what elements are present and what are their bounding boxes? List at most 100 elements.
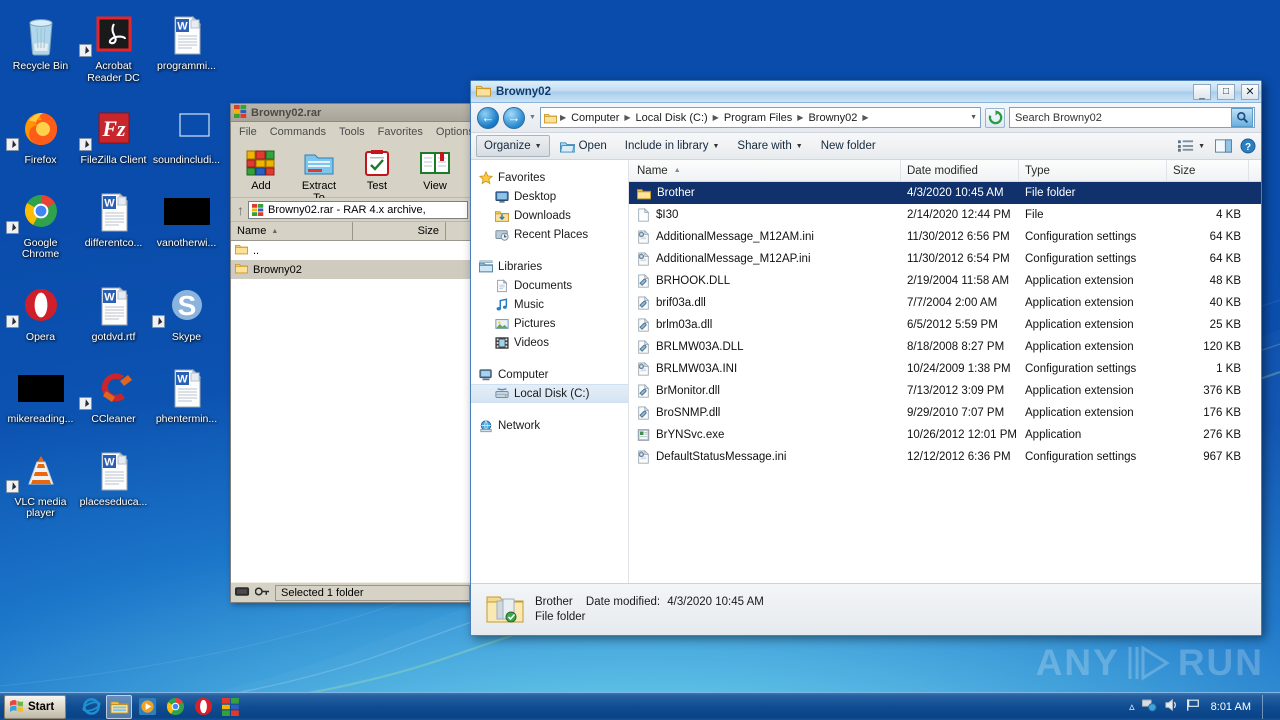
desktop-icon-acrobat-reader-dc[interactable]: Acrobat Reader DC <box>77 6 150 84</box>
network-icon[interactable] <box>1141 698 1157 715</box>
file-name-cell[interactable]: BRHOOK.DLL <box>629 274 901 288</box>
breadcrumb-sep[interactable]: ▶ <box>559 113 567 122</box>
sidebar-item-documents[interactable]: Documents <box>471 276 628 295</box>
sidebar-item-pictures[interactable]: Pictures <box>471 314 628 333</box>
winrar-view-button[interactable]: View <box>413 146 457 192</box>
change-view-icon[interactable] <box>1178 139 1194 153</box>
desktop-icon-mikereading[interactable]: mikereading... <box>4 359 77 426</box>
breadcrumb-item-program-files[interactable]: Program Files <box>722 112 794 124</box>
table-row[interactable]: AdditionalMessage_M12AP.ini 11/30/2012 6:… <box>629 248 1261 270</box>
desktop-icon-gotdvd-rtf[interactable]: Wgotdvd.rtf <box>77 277 150 344</box>
search-input[interactable]: Search Browny02 <box>1009 107 1255 128</box>
table-row[interactable]: BrMonitor.dll 7/13/2012 3:09 PM Applicatio… <box>629 380 1261 402</box>
show-hidden-icons-button[interactable]: ▵ <box>1129 700 1135 713</box>
winrar-menubar[interactable]: File Commands Tools Favorites Options <box>231 122 474 142</box>
table-row[interactable]: BRHOOK.DLL 2/19/2004 11:58 AM Application … <box>629 270 1261 292</box>
desktop-icon-opera[interactable]: Opera <box>4 277 77 344</box>
table-row[interactable]: brlm03a.dll 6/5/2012 5:59 PM Application e… <box>629 314 1261 336</box>
sidebar-item-desktop[interactable]: Desktop <box>471 187 628 206</box>
desktop-icon-phentermin[interactable]: Wphentermin... <box>150 359 223 426</box>
desktop-icon-google-chrome[interactable]: Google Chrome <box>4 183 77 261</box>
desktop-icon-ccleaner[interactable]: CCleaner <box>77 359 150 426</box>
column-header-type[interactable]: Type <box>1019 160 1167 181</box>
forward-button[interactable]: → <box>503 106 525 129</box>
maximize-button[interactable]: □ <box>1217 83 1235 100</box>
winrar-row[interactable]: .. <box>231 241 474 260</box>
desktop-icon-vlc-media-player[interactable]: VLC media player <box>4 442 77 520</box>
desktop-icon-skype[interactable]: S Skype <box>150 277 223 344</box>
recent-pages-dropdown[interactable]: ▼ <box>529 114 536 121</box>
help-icon[interactable]: ? <box>1240 138 1256 154</box>
change-view-dropdown-icon[interactable]: ▼ <box>1198 143 1205 150</box>
address-bar[interactable]: ▶ Computer ▶ Local Disk (C:) ▶ Program F… <box>539 107 981 128</box>
table-row[interactable]: Brother 4/3/2020 10:45 AM File folder <box>629 182 1261 204</box>
up-arrow-icon[interactable]: ↑ <box>237 202 244 218</box>
desktop-icon-soundincludi[interactable]: soundincludi... <box>150 100 223 167</box>
taskbar-item-opera[interactable] <box>190 695 216 719</box>
preview-pane-icon[interactable] <box>1215 139 1232 153</box>
explorer-navigation-bar[interactable]: ← → ▼ ▶ Computer ▶ Local Disk (C:) ▶ Pro… <box>471 103 1261 133</box>
winrar-menu-favorites[interactable]: Favorites <box>378 126 423 138</box>
show-desktop-button[interactable] <box>1262 694 1274 719</box>
file-name-cell[interactable]: $I30 <box>629 208 901 222</box>
sidebar-item-network[interactable]: Network <box>471 416 628 435</box>
sidebar-item-computer[interactable]: Computer <box>471 365 628 384</box>
winrar-file-list[interactable]: .. Browny02 <box>231 241 474 582</box>
command-organize[interactable]: Organize ▼ <box>476 135 550 157</box>
winrar-menu-file[interactable]: File <box>239 126 257 138</box>
navigation-pane[interactable]: Favorites Desktop Downloads Recent Places Li… <box>471 160 629 583</box>
breadcrumb-sep[interactable]: ▶ <box>796 113 804 122</box>
winrar-row[interactable]: Browny02 <box>231 260 474 279</box>
sidebar-item-music[interactable]: Music <box>471 295 628 314</box>
column-header-size[interactable]: Size <box>1167 160 1249 181</box>
file-name-cell[interactable]: AdditionalMessage_M12AP.ini <box>629 252 901 266</box>
taskbar-item-media-player[interactable] <box>134 695 160 719</box>
file-list-pane[interactable]: Name ▲ Date modified Type Size Brother 4/… <box>629 160 1261 583</box>
desktop-icon-programmi[interactable]: Wprogrammi... <box>150 6 223 73</box>
file-list-column-headers[interactable]: Name ▲ Date modified Type Size <box>629 160 1261 182</box>
command-open[interactable]: Open <box>552 135 615 157</box>
winrar-menu-tools[interactable]: Tools <box>339 126 365 138</box>
sidebar-item-local-disk-c[interactable]: Local Disk (C:) <box>471 384 628 403</box>
file-name-cell[interactable]: brlm03a.dll <box>629 318 901 332</box>
command-new-folder[interactable]: New folder <box>813 135 884 157</box>
breadcrumb-item-local-disk[interactable]: Local Disk (C:) <box>634 112 710 124</box>
taskbar[interactable]: Start ▵ 8:01 AM <box>0 692 1280 720</box>
flag-action-center-icon[interactable] <box>1186 698 1200 715</box>
command-share-with[interactable]: Share with ▼ <box>729 135 810 157</box>
winrar-address-bar[interactable]: ↑ Browny02.rar - RAR 4.x archive, <box>231 198 474 222</box>
winrar-menu-commands[interactable]: Commands <box>270 126 326 138</box>
explorer-title-bar[interactable]: Browny02 _ □ ✕ <box>471 81 1261 103</box>
file-name-cell[interactable]: BroSNMP.dll <box>629 406 901 420</box>
winrar-add-button[interactable]: Add <box>239 146 283 192</box>
explorer-window[interactable]: Browny02 _ □ ✕ ← → ▼ ▶ Computer ▶ Local … <box>470 80 1262 636</box>
explorer-command-bar[interactable]: Organize ▼ Open Include in library ▼ Share wi… <box>471 133 1261 160</box>
table-row[interactable]: BRLMW03A.INI 10/24/2009 1:38 PM Configurat… <box>629 358 1261 380</box>
sidebar-item-videos[interactable]: Videos <box>471 333 628 352</box>
file-name-cell[interactable]: BrYNSvc.exe <box>629 428 901 442</box>
column-header-name[interactable]: Name ▲ <box>629 160 901 181</box>
winrar-extract-button[interactable]: Extract To <box>297 146 341 204</box>
winrar-title-bar[interactable]: Browny02.rar <box>231 104 474 122</box>
desktop-icon-filezilla-client[interactable]: Fz FileZilla Client <box>77 100 150 167</box>
taskbar-item-windows-explorer[interactable] <box>106 694 132 719</box>
sidebar-item-libraries[interactable]: Libraries <box>471 257 628 276</box>
file-name-cell[interactable]: BRLMW03A.DLL <box>629 340 901 354</box>
file-rows[interactable]: Brother 4/3/2020 10:45 AM File folder $I30 2… <box>629 182 1261 583</box>
winrar-column-name[interactable]: Name ▲ <box>231 221 353 241</box>
command-include-in-library[interactable]: Include in library ▼ <box>617 135 728 157</box>
desktop-icon-vanotherwi[interactable]: vanotherwi... <box>150 183 223 250</box>
taskbar-item-chrome[interactable] <box>162 695 188 719</box>
file-name-cell[interactable]: Brother <box>629 187 901 200</box>
column-header-date-modified[interactable]: Date modified <box>901 160 1019 181</box>
winrar-column-size[interactable]: Size <box>353 221 446 241</box>
close-button[interactable]: ✕ <box>1241 83 1259 100</box>
breadcrumb-sep[interactable]: ▶ <box>623 113 631 122</box>
file-name-cell[interactable]: brif03a.dll <box>629 296 901 310</box>
winrar-column-headers[interactable]: Name ▲ Size <box>231 221 474 241</box>
taskbar-clock[interactable]: 8:01 AM <box>1207 701 1255 713</box>
breadcrumb-item-computer[interactable]: Computer <box>569 112 621 124</box>
breadcrumb-sep[interactable]: ▶ <box>712 113 720 122</box>
sidebar-item-downloads[interactable]: Downloads <box>471 206 628 225</box>
winrar-window[interactable]: Browny02.rar File Commands Tools Favorites O… <box>230 103 475 603</box>
